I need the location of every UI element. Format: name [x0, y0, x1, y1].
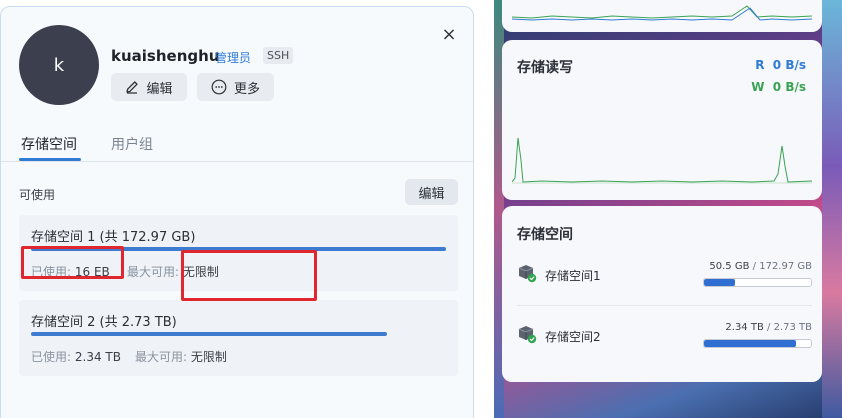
io-widget-title: 存储读写: [517, 60, 573, 76]
volume-size: 50.5 GB / 172.97 GB: [709, 261, 812, 272]
volume-check-icon: [517, 324, 537, 348]
volume-used: 50.5 GB: [709, 261, 750, 272]
close-icon[interactable]: ×: [439, 25, 459, 45]
username: kuaishenghu: [111, 47, 220, 65]
read-rate: R 0 B/s: [755, 58, 806, 72]
user-detail-panel: × k kuaishenghu 管理员 SSH 编辑 更多 存储空间 用户组 可…: [0, 6, 474, 418]
write-label: W: [751, 80, 765, 94]
admin-role-tag: 管理员: [215, 51, 252, 65]
more-button[interactable]: 更多: [197, 73, 274, 101]
highlight-box-volume: [181, 250, 317, 301]
more-dots-icon: [211, 79, 227, 95]
max-value: 无限制: [190, 350, 227, 364]
highlight-box-used: [21, 246, 124, 279]
tab-storage[interactable]: 存储空间: [21, 134, 77, 154]
write-rate: W 0 B/s: [751, 80, 806, 94]
avatar-letter: k: [53, 54, 65, 76]
pencil-icon: [125, 80, 139, 94]
storage-title: 存储空间 1 (共 172.97 GB): [31, 230, 196, 245]
read-label: R: [755, 58, 765, 72]
volume-usage-bar: [703, 278, 812, 287]
volume-separator: /: [752, 261, 757, 272]
read-value: 0 B/s: [772, 58, 806, 72]
storage-widget: 存储空间 存储空间1 50.5 GB / 172.97 GB 存储空间2 2.3…: [502, 206, 822, 382]
storage-quota-card: 存储空间 2 (共 2.73 TB) 已使用: 2.34 TB 最大可用: 无限…: [19, 300, 458, 376]
storage-usage-bar: [31, 332, 387, 336]
available-label: 可使用: [19, 188, 56, 202]
used-value: 2.34 TB: [74, 350, 121, 364]
edit-user-button[interactable]: 编辑: [111, 73, 187, 101]
volume-total: 2.73 TB: [773, 322, 812, 333]
volume-size: 2.34 TB / 2.73 TB: [725, 322, 812, 333]
volume-separator: /: [767, 322, 771, 333]
volume-usage-bar: [703, 339, 812, 348]
volume-check-icon: [517, 263, 537, 287]
volume-name: 存储空间1: [545, 269, 601, 283]
wallpaper-edge: [822, 0, 842, 418]
volume-total: 172.97 GB: [759, 261, 812, 272]
storage-io-widget: 存储读写 R 0 B/s W 0 B/s: [502, 40, 822, 200]
io-chart: [512, 137, 812, 184]
volume-row[interactable]: 存储空间2 2.34 TB / 2.73 TB: [517, 318, 812, 358]
used-info: 已使用: 2.34 TB: [31, 348, 121, 365]
ssh-tag: SSH: [263, 47, 294, 64]
storage-widget-title: 存储空间: [517, 227, 573, 243]
max-label: 最大可用:: [127, 265, 180, 279]
dashboard-area: 存储读写 R 0 B/s W 0 B/s 存储空间 存储空间1 50.5 GB …: [494, 0, 842, 418]
network-widget-partial: [502, 0, 822, 32]
volume-name: 存储空间2: [545, 330, 601, 344]
tab-user-group[interactable]: 用户组: [111, 134, 153, 154]
max-label: 最大可用:: [135, 350, 188, 364]
more-button-label: 更多: [233, 81, 260, 97]
volume-usage-fill: [704, 279, 736, 286]
avatar: k: [19, 25, 99, 105]
write-value: 0 B/s: [772, 80, 806, 94]
edit-quota-button[interactable]: 编辑: [405, 179, 458, 205]
tab-divider: [1, 161, 473, 162]
network-chart: [512, 5, 812, 21]
volume-used: 2.34 TB: [725, 322, 764, 333]
volume-usage-fill: [704, 340, 797, 347]
volume-divider: [517, 305, 812, 306]
edit-button-label: 编辑: [146, 81, 173, 97]
max-available-info: 最大可用: 无限制: [135, 348, 227, 365]
storage-title: 存储空间 2 (共 2.73 TB): [31, 315, 177, 330]
used-label: 已使用:: [31, 350, 72, 364]
volume-row[interactable]: 存储空间1 50.5 GB / 172.97 GB: [517, 257, 812, 297]
